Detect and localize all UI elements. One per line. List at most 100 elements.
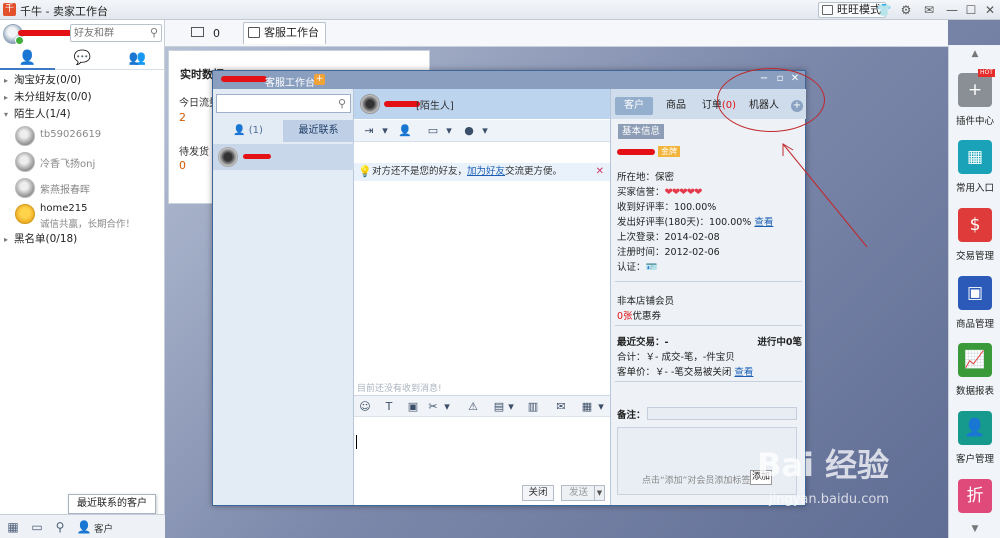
- screenshot-icon[interactable]: ✂: [426, 400, 440, 414]
- tab-recent[interactable]: 最近联系: [283, 120, 354, 142]
- avg-price-row: 客单价：￥- -笔交易被关闭 查看: [617, 367, 754, 378]
- divider: [615, 325, 802, 326]
- group-list: ▸ 淘宝好友(0/0) ▸ 未分组好友(0/0) ▾ 陌生人(1/4) tb59026…: [0, 72, 165, 248]
- app-customer-management[interactable]: 👤 客户管理: [949, 411, 1000, 477]
- grid-icon[interactable]: ▦: [5, 519, 21, 535]
- annotation-ellipse: [717, 68, 825, 132]
- message-icon[interactable]: ✉: [554, 400, 568, 414]
- dropdown-icon[interactable]: ▾: [442, 124, 456, 138]
- avatar: [218, 147, 238, 167]
- smiley-avatar: [15, 204, 35, 224]
- gear-icon[interactable]: ⚙: [898, 2, 914, 18]
- certification-row: 认证：🪪: [617, 262, 658, 273]
- baidu-watermark: Bai 经验 jingyan.baidu.com: [757, 446, 890, 507]
- chevron-down-icon[interactable]: ▼: [594, 486, 604, 500]
- group-ungrouped[interactable]: ▸ 未分组好友(0/0): [0, 89, 165, 106]
- list-item[interactable]: 紫燕报春晖: [0, 175, 165, 201]
- chevron-down-icon[interactable]: ▼: [965, 524, 985, 534]
- group-strangers[interactable]: ▾ 陌生人(1/4): [0, 106, 165, 123]
- level-badge: 金牌: [658, 146, 680, 157]
- user-block-icon[interactable]: ●: [462, 124, 476, 138]
- list-item[interactable]: tb59026619: [0, 123, 165, 149]
- add-friend-icon[interactable]: 👤: [398, 124, 412, 138]
- maximize-icon[interactable]: ☐: [963, 2, 979, 18]
- mail-count: 0: [213, 27, 220, 40]
- app-plugin-center[interactable]: + HOT 插件中心: [949, 69, 1000, 139]
- list-item[interactable]: home215 诚信共赢，长期合作！: [0, 201, 165, 231]
- total-text: 合计：￥- 成交-笔，-件宝贝: [617, 352, 735, 363]
- send-button[interactable]: 发送 ▼: [561, 485, 605, 501]
- chat-title-bar[interactable]: 客服工作台 + − ▫ ✕: [213, 71, 805, 89]
- transfer-icon[interactable]: ⇥: [362, 124, 376, 138]
- online-status-icon[interactable]: [15, 36, 24, 45]
- chevron-up-icon[interactable]: ▲: [965, 49, 985, 59]
- traffic-value: 2: [179, 111, 186, 124]
- search-icon[interactable]: ⚲: [150, 26, 158, 39]
- skin-icon[interactable]: 👕: [876, 2, 892, 18]
- tab-contacts[interactable]: 👤: [0, 46, 55, 70]
- tab-product[interactable]: 商品: [659, 97, 693, 115]
- tag-hint: 点击“添加”对会员添加标签: [642, 476, 751, 486]
- chat-search-input[interactable]: ⚲: [216, 94, 351, 113]
- search-icon[interactable]: ⚲: [338, 97, 346, 110]
- search-input[interactable]: [71, 25, 143, 41]
- redacted-username: [243, 154, 271, 159]
- note-input[interactable]: [647, 407, 797, 420]
- shake-icon[interactable]: ⚠: [466, 400, 480, 414]
- tab-groups[interactable]: 👥: [110, 46, 165, 70]
- app-trade-management[interactable]: $ 交易管理: [949, 208, 1000, 274]
- pending-label: 待发货: [179, 147, 209, 158]
- dropdown-icon[interactable]: ▾: [378, 124, 392, 138]
- close-icon[interactable]: ✕: [982, 2, 998, 18]
- redacted-username: [221, 76, 267, 82]
- list-item[interactable]: 冷香飞扬onj: [0, 149, 165, 175]
- envelope-icon[interactable]: [191, 27, 204, 37]
- close-icon[interactable]: ✕: [596, 163, 604, 181]
- user-icon: 👤: [958, 411, 992, 445]
- stranger-tag: [陌生人]: [416, 101, 454, 112]
- plus-icon[interactable]: +: [314, 74, 325, 85]
- tab-contacts[interactable]: 👤 (1): [213, 120, 283, 142]
- calculator-icon[interactable]: ▥: [526, 400, 540, 414]
- app-product-management[interactable]: ▣ 商品管理: [949, 276, 1000, 342]
- font-icon[interactable]: T: [382, 400, 396, 414]
- history-icon[interactable]: ▦: [580, 400, 594, 414]
- image-icon[interactable]: ▣: [406, 400, 420, 414]
- app-common-entry[interactable]: ▦ 常用入口: [949, 140, 1000, 206]
- close-button[interactable]: 关闭: [522, 485, 554, 501]
- conversation-toolbar: ⇥ ▾ 👤 ▭ ▾ ● ▾: [354, 120, 610, 142]
- mail-notify-icon[interactable]: ✉: [921, 2, 937, 18]
- app-data-reports[interactable]: 📈 数据报表: [949, 343, 1000, 409]
- tab-customer[interactable]: 客户: [615, 97, 653, 115]
- inbox-icon[interactable]: ▭: [29, 519, 45, 535]
- workspace-header: 0 客服工作台: [165, 20, 948, 47]
- dropdown-icon[interactable]: ▾: [504, 400, 518, 414]
- add-friend-link[interactable]: 加为好友: [467, 166, 505, 177]
- dropdown-icon[interactable]: ▾: [440, 400, 454, 414]
- dropdown-icon[interactable]: ▾: [594, 400, 608, 414]
- customer-icon[interactable]: 👤: [76, 519, 92, 535]
- view-link[interactable]: 查看: [754, 217, 773, 228]
- view-link[interactable]: 查看: [734, 367, 753, 378]
- friend-notice: 💡 对方还不是您的好友，加为好友交流更方便。 ✕: [354, 163, 610, 181]
- group-blacklist[interactable]: ▸ 黑名单(0/18): [0, 231, 165, 248]
- contact-search[interactable]: ⚲: [70, 24, 162, 42]
- emoji-icon[interactable]: ☺: [358, 400, 372, 414]
- avatar[interactable]: [360, 94, 380, 114]
- tab-customer-service[interactable]: 客服工作台: [243, 22, 326, 44]
- dropdown-icon[interactable]: ▾: [478, 124, 492, 138]
- box-icon: ▣: [958, 276, 992, 310]
- list-item[interactable]: [213, 144, 354, 170]
- minimize-icon[interactable]: —: [944, 2, 960, 18]
- chat-list-tabs: 👤 (1) 最近联系: [213, 120, 354, 142]
- search-icon[interactable]: ⚲: [52, 519, 68, 535]
- recent-trade-row: 最近交易：- 进行中0笔: [617, 337, 802, 348]
- hot-badge: HOT: [978, 69, 995, 77]
- coupon-row: 0张优惠券: [617, 311, 662, 322]
- id-card-icon: 🪪: [645, 262, 658, 273]
- screen-icon[interactable]: ▭: [426, 124, 440, 138]
- tab-messages[interactable]: 💬: [55, 46, 110, 70]
- profile-row: ⚲: [0, 20, 165, 46]
- basic-info-button[interactable]: 基本信息: [618, 124, 664, 139]
- group-taobao-friends[interactable]: ▸ 淘宝好友(0/0): [0, 72, 165, 89]
